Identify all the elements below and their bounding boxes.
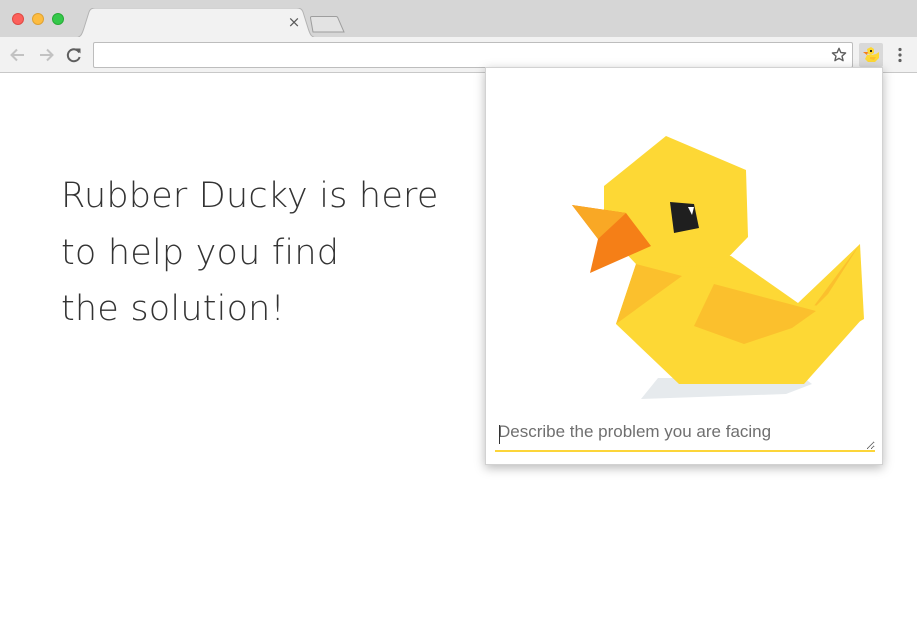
text-caret [499, 425, 500, 444]
star-icon[interactable] [831, 47, 847, 63]
tab-active[interactable]: × [74, 8, 318, 38]
tab-shape [74, 8, 318, 38]
headline-line-3: the solution! [61, 289, 285, 329]
vertical-dots-icon [898, 47, 902, 63]
forward-button[interactable] [36, 45, 56, 65]
address-input[interactable] [100, 46, 820, 64]
rubber-ducky-extension-button[interactable] [859, 43, 883, 67]
window-minimize-button[interactable] [32, 13, 44, 25]
page-headline: Rubber Ducky is here to help you find th… [61, 168, 461, 338]
rubber-duck-icon [863, 47, 879, 62]
browser-menu-button[interactable] [890, 45, 910, 65]
rubber-duck-icon [572, 136, 864, 399]
reload-icon [66, 48, 81, 63]
tab-strip: × [0, 0, 917, 38]
back-button[interactable] [8, 45, 28, 65]
new-tab-button[interactable] [310, 16, 346, 33]
extension-popup [485, 67, 883, 465]
address-bar[interactable] [93, 42, 853, 68]
window-maximize-button[interactable] [52, 13, 64, 25]
headline-line-1: Rubber Ducky is here [61, 176, 439, 216]
headline-line-2: to help you find [61, 232, 340, 273]
arrow-right-icon [40, 48, 54, 62]
reload-button[interactable] [64, 45, 84, 65]
tab-close-icon[interactable]: × [286, 14, 302, 30]
arrow-left-icon [10, 48, 24, 62]
window-close-button[interactable] [12, 13, 24, 25]
problem-description-input[interactable] [495, 418, 875, 452]
